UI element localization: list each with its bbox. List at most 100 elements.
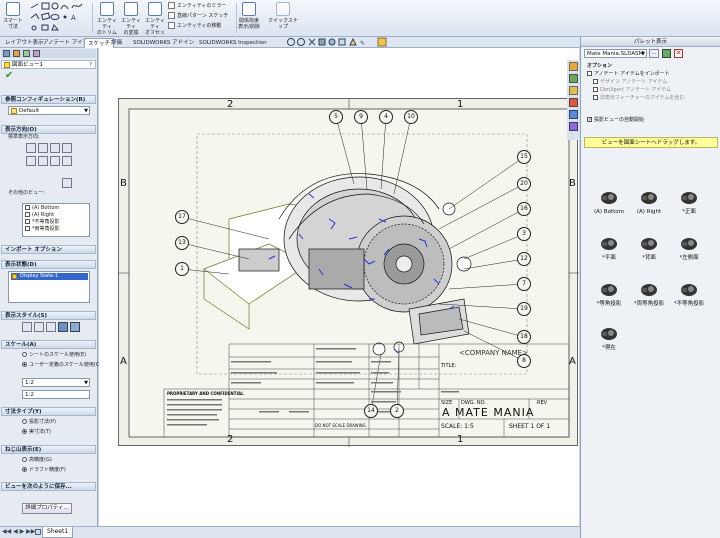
palette-view-item[interactable]: *左側面 [669, 233, 709, 262]
tab-addins[interactable]: SOLIDWORKS アドイン [130, 38, 197, 48]
display-style-section[interactable]: 表示スタイル(S) [1, 311, 96, 320]
display-state-section[interactable]: 表示状態(D) [1, 260, 96, 269]
radio[interactable] [22, 419, 27, 424]
top-view-button[interactable] [38, 143, 48, 153]
balloon[interactable]: 7 [517, 277, 531, 291]
import-options-section[interactable]: インポート オプション [1, 245, 96, 254]
resources-tab-icon[interactable] [569, 62, 578, 71]
checkbox[interactable] [593, 87, 598, 92]
scale-select[interactable]: 1:2 ▼ [22, 378, 90, 387]
property-tab-icon[interactable] [13, 50, 20, 57]
wireframe-button[interactable] [22, 322, 32, 332]
linear-pattern-button[interactable]: 直線パターン スケッチ [168, 12, 228, 20]
balloon[interactable]: 1 [175, 262, 189, 276]
radio-selected[interactable] [22, 429, 27, 434]
quick-snap-button[interactable]: クイックスナップ [266, 2, 300, 30]
hidden-features-option[interactable]: 非表示フィーチャーのアイテムを含む [593, 95, 684, 102]
view-list-item[interactable]: (A) Right [25, 212, 54, 219]
dimxpert-tab-icon[interactable] [33, 50, 40, 57]
shaded-button[interactable] [70, 322, 80, 332]
balloon[interactable]: 10 [404, 110, 418, 124]
close-icon[interactable]: ✕ [674, 49, 683, 58]
left-view-button[interactable] [50, 156, 60, 166]
hidden-removed-button[interactable] [46, 322, 56, 332]
iso-view-button[interactable] [62, 143, 72, 153]
save-view-section[interactable]: ビューを次のように保存... [1, 482, 96, 491]
scale-custom-option[interactable]: ユーザー定義のスケール使用(C) [22, 362, 101, 369]
display-state-item[interactable]: Display State-1 [11, 273, 88, 280]
balloon[interactable]: 9 [354, 110, 368, 124]
scale-input[interactable]: 1:2 [22, 390, 90, 399]
custom-props-tab-icon[interactable] [569, 122, 578, 131]
radio-selected[interactable] [22, 467, 27, 472]
dimxpert-annotations-option[interactable]: DimXpert アノテート アイテム [593, 87, 671, 94]
balloon[interactable]: 17 [175, 210, 189, 224]
ok-check-icon[interactable]: ✔ [5, 71, 13, 81]
balloon[interactable]: 3 [517, 227, 531, 241]
cosmetic-thread-section[interactable]: ねじ山表示(E) [1, 445, 96, 454]
right-view-button[interactable] [50, 143, 60, 153]
radio[interactable] [22, 457, 27, 462]
checkbox[interactable] [25, 219, 30, 224]
import-annotations-option[interactable]: アノテート アイテムをインポート [587, 71, 670, 78]
palette-view-item[interactable]: *現在 [589, 323, 629, 352]
view-list-item[interactable]: *両等角投影 [25, 226, 60, 233]
balloon[interactable]: 19 [517, 302, 531, 316]
file-select[interactable]: Mate Mania.SLDASM ▼ [584, 49, 647, 58]
view-list-item[interactable]: *不等角投影 [25, 219, 60, 226]
checkbox[interactable] [25, 226, 30, 231]
radio-selected[interactable] [22, 362, 27, 367]
checkbox[interactable] [593, 95, 598, 100]
dim-type-section[interactable]: 寸法タイプ(Y) [1, 407, 96, 416]
trimetric-view-button[interactable] [62, 178, 72, 188]
scale-section[interactable]: スケール(A) [1, 340, 96, 349]
trim-entities-button[interactable]: エンティティ のトリム [96, 2, 118, 36]
display-state-list[interactable]: Display State-1 [8, 271, 90, 303]
balloon[interactable]: 16 [517, 202, 531, 216]
palette-view-item[interactable]: *正面 [669, 187, 709, 216]
mirror-entities-button[interactable]: エンティティのミラー [168, 2, 226, 10]
back-view-button[interactable] [26, 156, 36, 166]
palette-view-item[interactable]: *平面 [589, 233, 629, 262]
view-palette-tab-icon[interactable] [569, 98, 578, 107]
palette-view-item[interactable]: *等角投影 [589, 279, 629, 308]
balloon[interactable]: 4 [379, 110, 393, 124]
appearances-tab-icon[interactable] [569, 110, 578, 119]
dimetric-view-button[interactable] [62, 156, 72, 166]
dim-projected-option[interactable]: 投影寸法(P) [22, 419, 56, 426]
file-explorer-tab-icon[interactable] [569, 86, 578, 95]
orientation-section[interactable]: 表示方向(O) [1, 125, 96, 134]
radio[interactable] [22, 352, 27, 357]
more-properties-button[interactable]: 詳細プロパティ... [22, 503, 72, 514]
browse-button[interactable]: ... [649, 49, 659, 58]
feature-tree-tab-icon[interactable] [3, 50, 10, 57]
balloon[interactable]: 13 [175, 236, 189, 250]
balloon[interactable]: 14 [364, 404, 378, 418]
checkbox-checked[interactable]: ✓ [587, 117, 592, 123]
sheet-tab[interactable]: Sheet1 [35, 527, 74, 538]
palette-view-item[interactable]: (A) Right [629, 187, 669, 216]
front-view-button[interactable] [26, 143, 36, 153]
offset-entities-button[interactable]: エンティティ オフセット [144, 2, 166, 42]
ref-config-select[interactable]: Default ▼ [8, 106, 90, 115]
palette-view-item[interactable]: *両等角投影 [629, 279, 669, 308]
refresh-icon[interactable] [662, 49, 671, 58]
tab-evaluate[interactable]: 評価 [108, 38, 125, 48]
design-library-tab-icon[interactable] [569, 74, 578, 83]
balloon[interactable]: 5 [329, 110, 343, 124]
palette-view-item[interactable]: *不等角投影 [669, 279, 709, 308]
tab-inspection[interactable]: SOLIDWORKS Inspection [196, 38, 270, 48]
smart-dimension-button[interactable]: スマート寸法 [2, 2, 24, 30]
checkbox[interactable] [587, 71, 592, 76]
checkbox[interactable] [593, 79, 598, 84]
other-views-list[interactable]: (A) Bottom (A) Right *不等角投影 *両等角投影 [22, 203, 90, 237]
scale-sheet-option[interactable]: シートのスケール使用(E) [22, 352, 86, 359]
palette-view-item[interactable]: (A) Bottom [589, 187, 629, 216]
view-list-item[interactable]: (A) Bottom [25, 205, 59, 212]
balloon[interactable]: 18 [517, 330, 531, 344]
palette-view-item[interactable]: *背面 [629, 233, 669, 262]
convert-entities-button[interactable]: エンティティ の変換 [120, 2, 142, 36]
drawing-sheet[interactable]: 2 1 2 1 B A B A 5 9 4 10 15 20 16 3 12 17 13 1 7 19 18… [118, 98, 579, 447]
auto-start-option[interactable]: ✓ 投影ビューの自動開始 [587, 117, 644, 124]
balloon[interactable]: 2 [390, 404, 404, 418]
